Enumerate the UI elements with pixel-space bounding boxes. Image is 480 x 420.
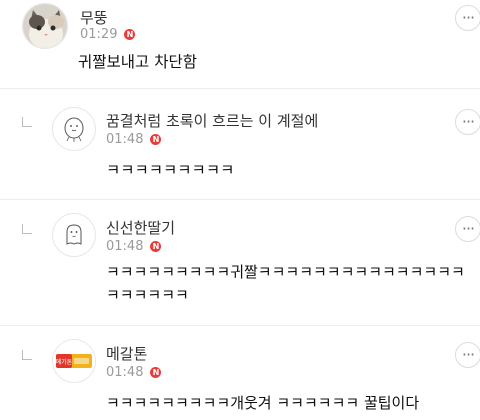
snack-bar-label: 메가톤 bbox=[56, 358, 73, 366]
comment-item: 무뚱 01:29 N 귀짤보내고 차단함 ··· bbox=[0, 0, 480, 88]
more-options-button[interactable]: ··· bbox=[455, 342, 480, 368]
reply-arrow-icon bbox=[22, 224, 32, 234]
avatar[interactable] bbox=[52, 213, 96, 257]
face-doodle-avatar bbox=[64, 117, 84, 142]
author-name[interactable]: 메갈톤 bbox=[106, 343, 147, 364]
ellipsis-icon: ··· bbox=[461, 345, 475, 364]
new-badge: N bbox=[150, 134, 162, 145]
ellipsis-icon: ··· bbox=[461, 8, 475, 27]
avatar[interactable] bbox=[52, 107, 96, 151]
comment-meta: 01:29 N bbox=[80, 27, 136, 42]
ellipsis-icon: ··· bbox=[461, 219, 475, 238]
snack-bar-avatar: 메가톤 bbox=[53, 340, 95, 382]
author-name[interactable]: 신선한딸기 bbox=[106, 217, 175, 238]
reply-arrow-icon bbox=[22, 350, 32, 360]
comment-text: ㅋㅋㅋㅋㅋㅋㅋㅋㅋ bbox=[106, 161, 235, 179]
reply-item: 신선한딸기 01:48 N ㅋㅋㅋㅋㅋㅋㅋㅋㅋ귀짤ㅋㅋㅋㅋㅋㅋㅋㅋㅋㅋㅋㅋㅋㅋㅋ… bbox=[0, 200, 480, 325]
more-options-button[interactable]: ··· bbox=[455, 109, 480, 135]
new-badge: N bbox=[150, 367, 162, 378]
timestamp: 01:29 bbox=[80, 27, 118, 42]
comment-text: ㅋㅋㅋㅋㅋㅋㅋㅋㅋ귀짤ㅋㅋㅋㅋㅋㅋㅋㅋㅋㅋㅋㅋㅋㅋㅋㅋㅋㅋㅋㅋㅋ bbox=[106, 263, 465, 304]
ellipsis-icon: ··· bbox=[461, 112, 475, 131]
comment-meta: 01:48 N bbox=[106, 365, 162, 380]
avatar[interactable]: 메가톤 bbox=[52, 339, 96, 383]
comment-meta: 01:48 N bbox=[106, 132, 162, 147]
ghost-doodle-avatar bbox=[66, 224, 82, 245]
timestamp: 01:48 bbox=[106, 239, 144, 254]
cat-avatar-image bbox=[23, 4, 67, 48]
avatar[interactable] bbox=[22, 3, 68, 49]
author-name[interactable]: 무뚱 bbox=[80, 7, 108, 28]
new-badge: N bbox=[124, 29, 136, 40]
reply-item: 메가톤 메갈톤 01:48 N ㅋㅋㅋㅋㅋㅋㅋㅋㅋ개웃겨 ㅋㅋㅋㅋㅋㅋ 꿀팁이다… bbox=[0, 326, 480, 420]
more-options-button[interactable]: ··· bbox=[455, 216, 480, 242]
reply-arrow-icon bbox=[22, 117, 32, 127]
timestamp: 01:48 bbox=[106, 132, 144, 147]
author-name[interactable]: 꿈결처럼 초록이 흐르는 이 계절에 bbox=[106, 110, 318, 131]
comment-text: ㅋㅋㅋㅋㅋㅋㅋㅋㅋ개웃겨 ㅋㅋㅋㅋㅋㅋ 꿀팁이다 bbox=[106, 394, 420, 412]
more-options-button[interactable]: ··· bbox=[455, 5, 480, 31]
comment-text: 귀짤보내고 차단함 bbox=[78, 53, 198, 71]
comment-meta: 01:48 N bbox=[106, 239, 162, 254]
timestamp: 01:48 bbox=[106, 365, 144, 380]
new-badge: N bbox=[150, 241, 162, 252]
reply-item: 꿈결처럼 초록이 흐르는 이 계절에 01:48 N ㅋㅋㅋㅋㅋㅋㅋㅋㅋ ··· bbox=[0, 89, 480, 199]
